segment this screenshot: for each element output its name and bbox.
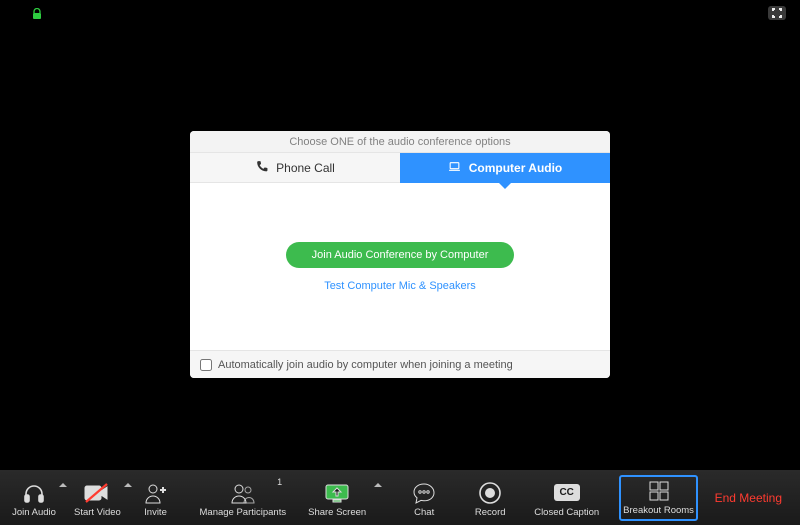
invite-button[interactable]: Invite: [132, 475, 180, 521]
share-screen-icon: [324, 481, 350, 505]
closed-caption-icon: CC: [554, 481, 580, 505]
auto-join-checkbox[interactable]: [200, 359, 212, 371]
record-icon: [479, 481, 501, 505]
audio-tabs: Phone Call Computer Audio: [190, 153, 610, 183]
meeting-toolbar: Join Audio Start Video Invite 1: [0, 470, 800, 525]
share-screen-menu-chevron[interactable]: [374, 483, 382, 487]
breakout-rooms-button[interactable]: Breakout Rooms: [619, 475, 698, 521]
meeting-window: Choose ONE of the audio conference optio…: [0, 0, 800, 525]
toolbar-label: Share Screen: [308, 507, 366, 518]
video-off-icon: [84, 481, 110, 505]
laptop-icon: [448, 160, 461, 176]
toolbar-label: Closed Caption: [534, 507, 599, 518]
manage-participants-button[interactable]: 1 Manage Participants: [198, 475, 289, 521]
invite-icon: [144, 481, 168, 505]
participants-count: 1: [277, 477, 282, 487]
toolbar-label: Start Video: [74, 507, 121, 518]
toolbar-label: Invite: [144, 507, 167, 518]
toolbar-label: Record: [475, 507, 506, 518]
test-mic-speakers-link[interactable]: Test Computer Mic & Speakers: [324, 280, 476, 292]
toolbar-label: Chat: [414, 507, 434, 518]
tab-phone-call[interactable]: Phone Call: [190, 153, 400, 183]
end-meeting-button[interactable]: End Meeting: [707, 491, 790, 505]
start-video-button[interactable]: Start Video: [72, 475, 123, 521]
chat-icon: [412, 481, 436, 505]
chat-button[interactable]: Chat: [400, 475, 448, 521]
toolbar-label: Manage Participants: [200, 507, 287, 518]
audio-options-dialog: Choose ONE of the audio conference optio…: [190, 131, 610, 378]
dialog-heading: Choose ONE of the audio conference optio…: [190, 131, 610, 153]
fullscreen-button[interactable]: [768, 6, 786, 20]
join-audio-button[interactable]: Join Audio: [10, 475, 58, 521]
join-audio-by-computer-button[interactable]: Join Audio Conference by Computer: [286, 242, 515, 268]
tab-label: Phone Call: [276, 161, 335, 175]
dialog-body: Join Audio Conference by Computer Test C…: [190, 183, 610, 350]
phone-icon: [255, 160, 268, 176]
toolbar-label: Breakout Rooms: [623, 505, 694, 516]
tab-computer-audio[interactable]: Computer Audio: [400, 153, 610, 183]
tab-label: Computer Audio: [469, 161, 563, 175]
breakout-rooms-icon: [648, 479, 670, 503]
participants-icon: [229, 481, 257, 505]
toolbar-label: Join Audio: [12, 507, 56, 518]
record-button[interactable]: Record: [466, 475, 514, 521]
dialog-footer: Automatically join audio by computer whe…: [190, 350, 610, 378]
headphones-icon: [22, 481, 46, 505]
lock-icon: [32, 8, 42, 23]
auto-join-label: Automatically join audio by computer whe…: [218, 359, 513, 371]
closed-caption-button[interactable]: CC Closed Caption: [532, 475, 601, 521]
share-screen-button[interactable]: Share Screen: [306, 475, 368, 521]
